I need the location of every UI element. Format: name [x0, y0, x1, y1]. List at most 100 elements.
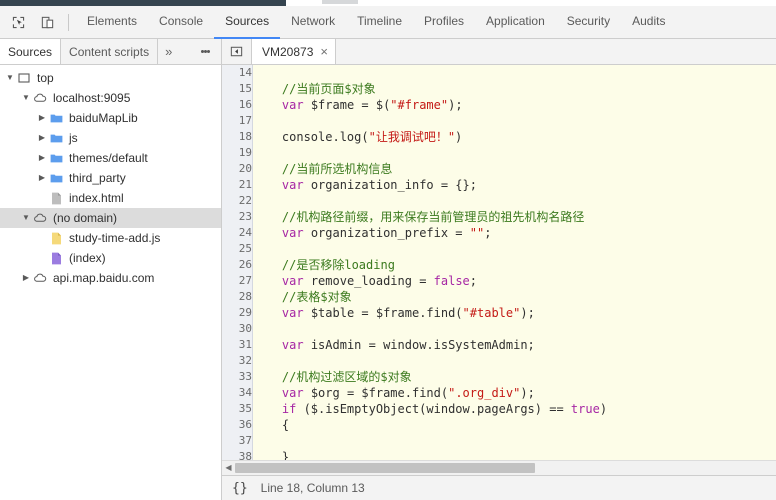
line-content[interactable]: if ($.isEmptyObject(window.pageArgs) == …: [253, 401, 776, 417]
line-content[interactable]: [253, 65, 776, 81]
twisty-expanded-icon[interactable]: ▼: [20, 94, 32, 102]
scroll-left-arrow-icon[interactable]: ◀: [222, 464, 235, 472]
tab-timeline[interactable]: Timeline: [346, 6, 413, 39]
line-content[interactable]: var $org = $frame.find(".org_div");: [253, 385, 776, 401]
line-number[interactable]: 27: [222, 273, 253, 289]
line-content[interactable]: [253, 433, 776, 449]
tree-item[interactable]: ▶baiduMapLib: [0, 108, 221, 128]
tab-label: Application: [486, 14, 545, 28]
line-content[interactable]: [253, 321, 776, 337]
line-number[interactable]: 21: [222, 177, 253, 193]
line-content[interactable]: //当前所选机构信息: [253, 161, 776, 177]
tab-elements[interactable]: Elements: [76, 6, 148, 39]
tab-application[interactable]: Application: [475, 6, 556, 39]
line-number[interactable]: 16: [222, 97, 253, 113]
inspect-cursor-icon[interactable]: [5, 10, 32, 35]
navigator-tab-sources[interactable]: Sources: [0, 39, 61, 64]
line-number[interactable]: 32: [222, 353, 253, 369]
tab-profiles[interactable]: Profiles: [413, 6, 475, 39]
tree-item[interactable]: ▶themes/default: [0, 148, 221, 168]
line-number[interactable]: 37: [222, 433, 253, 449]
tree-item[interactable]: index.html: [0, 188, 221, 208]
line-number[interactable]: 23: [222, 209, 253, 225]
line-number[interactable]: 33: [222, 369, 253, 385]
line-number[interactable]: 30: [222, 321, 253, 337]
line-number[interactable]: 18: [222, 129, 253, 145]
line-number[interactable]: 35: [222, 401, 253, 417]
line-content[interactable]: console.log("让我调试吧！"): [253, 129, 776, 145]
code-token: [253, 226, 282, 240]
twisty-collapsed-icon[interactable]: ▶: [36, 114, 48, 122]
code-editor[interactable]: 14 15 //当前页面$对象16 var $frame = $("#frame…: [222, 65, 776, 475]
line-content[interactable]: [253, 241, 776, 257]
tree-item[interactable]: ▶js: [0, 128, 221, 148]
line-content[interactable]: [253, 113, 776, 129]
line-content[interactable]: [253, 353, 776, 369]
line-number[interactable]: 28: [222, 289, 253, 305]
line-content[interactable]: //表格$对象: [253, 289, 776, 305]
line-content[interactable]: var remove_loading = false;: [253, 273, 776, 289]
tree-item[interactable]: ▼top: [0, 68, 221, 88]
line-number[interactable]: 31: [222, 337, 253, 353]
line-content[interactable]: //当前页面$对象: [253, 81, 776, 97]
line-content[interactable]: var $table = $frame.find("#table");: [253, 305, 776, 321]
line-number[interactable]: 24: [222, 225, 253, 241]
line-number[interactable]: 17: [222, 113, 253, 129]
line-number[interactable]: 29: [222, 305, 253, 321]
twisty-collapsed-icon[interactable]: ▶: [20, 274, 32, 282]
line-content[interactable]: var isAdmin = window.isSystemAdmin;: [253, 337, 776, 353]
browser-tab-active[interactable]: [0, 0, 286, 6]
horizontal-scrollbar[interactable]: ◀: [222, 460, 776, 475]
tree-item[interactable]: ▶third_party: [0, 168, 221, 188]
twisty-collapsed-icon[interactable]: ▶: [36, 134, 48, 142]
browser-tab-inactive[interactable]: [322, 0, 358, 4]
line-content[interactable]: var $frame = $("#frame");: [253, 97, 776, 113]
twisty-expanded-icon[interactable]: ▼: [4, 74, 16, 82]
tree-item[interactable]: ▶api.map.baidu.com: [0, 268, 221, 288]
line-number[interactable]: 19: [222, 145, 253, 161]
line-content[interactable]: //是否移除loading: [253, 257, 776, 273]
code-token: var: [282, 226, 304, 240]
line-content[interactable]: //机构过滤区域的$对象: [253, 369, 776, 385]
tab-sources[interactable]: Sources: [214, 6, 280, 39]
line-number[interactable]: 34: [222, 385, 253, 401]
code-token: isAdmin = window.isSystemAdmin;: [304, 338, 535, 352]
line-content[interactable]: [253, 145, 776, 161]
close-icon[interactable]: ×: [320, 45, 328, 58]
line-content[interactable]: {: [253, 417, 776, 433]
line-content[interactable]: [253, 193, 776, 209]
navigator-overflow-icon[interactable]: »: [158, 39, 179, 64]
device-toolbar-icon[interactable]: [34, 10, 61, 35]
line-content[interactable]: var organization_info = {};: [253, 177, 776, 193]
show-navigator-icon[interactable]: [222, 39, 252, 64]
scrollbar-thumb[interactable]: [235, 463, 535, 473]
line-number[interactable]: 22: [222, 193, 253, 209]
tree-item[interactable]: (index): [0, 248, 221, 268]
navigator-tab-content-scripts[interactable]: Content scripts: [61, 39, 158, 64]
twisty-expanded-icon[interactable]: ▼: [20, 214, 32, 222]
tree-item-label: study-time-add.js: [69, 228, 160, 248]
line-number[interactable]: 26: [222, 257, 253, 273]
tree-item[interactable]: ▼(no domain): [0, 208, 221, 228]
twisty-collapsed-icon[interactable]: ▶: [36, 174, 48, 182]
tab-security[interactable]: Security: [556, 6, 621, 39]
line-number[interactable]: 15: [222, 81, 253, 97]
tab-audits[interactable]: Audits: [621, 6, 676, 39]
file-doc-icon: [48, 252, 64, 265]
tree-item[interactable]: ▼localhost:9095: [0, 88, 221, 108]
line-content[interactable]: //机构路径前缀，用来保存当前管理员的祖先机构名路径: [253, 209, 776, 225]
editor-tab-vm20873[interactable]: VM20873 ×: [252, 39, 336, 64]
cloud-icon: [32, 92, 48, 104]
tab-console[interactable]: Console: [148, 6, 214, 39]
twisty-collapsed-icon[interactable]: ▶: [36, 154, 48, 162]
code-line: 28 //表格$对象: [222, 289, 776, 305]
tab-network[interactable]: Network: [280, 6, 346, 39]
line-content[interactable]: var organization_prefix = "";: [253, 225, 776, 241]
line-number[interactable]: 14: [222, 65, 253, 81]
tree-item[interactable]: study-time-add.js: [0, 228, 221, 248]
line-number[interactable]: 36: [222, 417, 253, 433]
line-number[interactable]: 20: [222, 161, 253, 177]
pretty-print-button[interactable]: {}: [229, 481, 251, 496]
kebab-menu-icon[interactable]: [197, 39, 213, 64]
line-number[interactable]: 25: [222, 241, 253, 257]
